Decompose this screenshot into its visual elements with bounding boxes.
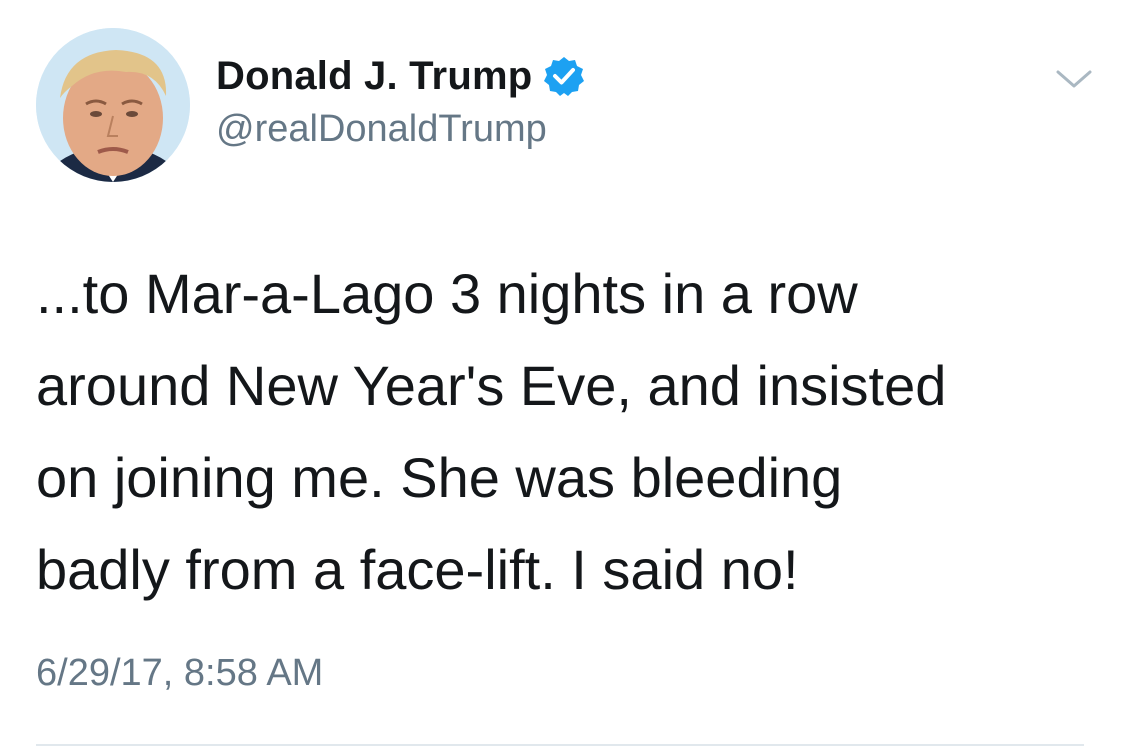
tweet-text: ...to Mar-a-Lago 3 nights in a row aroun… bbox=[36, 248, 1076, 616]
chevron-down-icon[interactable] bbox=[1052, 64, 1096, 94]
avatar[interactable] bbox=[36, 28, 190, 182]
divider bbox=[36, 744, 1084, 746]
tweet-text-line: on joining me. She was bleeding bbox=[36, 446, 843, 509]
author-name-row[interactable]: Donald J. Trump bbox=[216, 52, 585, 100]
verified-badge-icon bbox=[544, 56, 585, 96]
tweet-text-line: around New Year's Eve, and insisted bbox=[36, 354, 947, 417]
tweet-timestamp[interactable]: 6/29/17, 8:58 AM bbox=[36, 652, 323, 695]
tweet-text-line: ...to Mar-a-Lago 3 nights in a row bbox=[36, 262, 858, 325]
display-name[interactable]: Donald J. Trump bbox=[216, 54, 532, 99]
tweet-text-line: badly from a face-lift. I said no! bbox=[36, 538, 799, 601]
tweet-card: Donald J. Trump @realDonaldTrump ...to M… bbox=[0, 0, 1124, 752]
user-handle[interactable]: @realDonaldTrump bbox=[216, 108, 547, 151]
avatar-image bbox=[36, 28, 190, 182]
